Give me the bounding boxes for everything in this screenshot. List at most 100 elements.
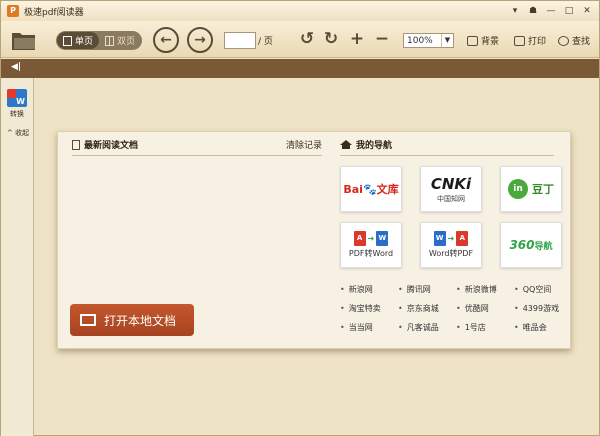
sidebar-item-convert[interactable]: 转换	[6, 89, 28, 119]
open-local-document-button[interactable]: 打开本地文档	[70, 304, 194, 336]
daohang-logo-text: 导航	[534, 241, 553, 252]
background-icon	[467, 35, 478, 46]
home-icon	[340, 140, 352, 149]
recent-documents-section: 最新阅读文档 清除记录	[72, 138, 322, 156]
search-icon	[558, 35, 569, 46]
wenku-logo-text: 文库	[376, 183, 399, 196]
douding-logo-icon: in	[508, 179, 528, 199]
convert-icon	[7, 89, 27, 107]
print-label: 打印	[528, 37, 547, 47]
nav-link[interactable]: 腾讯网	[398, 284, 431, 295]
tile-cnki[interactable]: CNKi 中国知网	[420, 166, 482, 212]
collapse-sidebar-icon[interactable]: ◀|	[11, 62, 25, 74]
tile-baidu-wenku[interactable]: Bai 🐾 文库	[340, 166, 402, 212]
find-label: 查找	[572, 37, 591, 47]
section-divider	[340, 155, 554, 156]
plus-icon: +	[349, 29, 365, 49]
douding-logo-text: 豆丁	[532, 183, 554, 196]
recent-documents-title: 最新阅读文档	[84, 141, 139, 151]
double-page-button[interactable]: 双页	[99, 32, 141, 49]
chevron-down-icon: ▼	[441, 34, 453, 47]
single-page-label: 单页	[75, 37, 94, 47]
document-icon	[72, 139, 80, 150]
nav-link[interactable]: 1号店	[456, 322, 486, 333]
nav-link[interactable]: 新浪网	[340, 284, 373, 295]
sidebar-toggle-strip: ◀|	[1, 59, 599, 78]
tile-pdf-to-word[interactable]: A ➜ W PDF转Word	[340, 222, 402, 268]
view-mode-toggle: 单页 双页	[56, 31, 143, 50]
arrow-right-icon: →	[194, 32, 206, 48]
folder-icon	[12, 33, 35, 50]
zoom-select[interactable]: 100% ▼	[403, 33, 454, 48]
collapse-toggle[interactable]: ^ 收起	[7, 128, 29, 138]
minus-icon: −	[374, 29, 390, 49]
rotate-ccw-icon: ↺	[299, 29, 315, 49]
nav-link[interactable]: 唯品会	[514, 322, 547, 333]
zoom-value: 100%	[407, 35, 433, 46]
nav-link[interactable]: 淘宝特卖	[340, 303, 381, 314]
tile-word-to-pdf[interactable]: W ➜ A Word转PDF	[420, 222, 482, 268]
double-page-label: 双页	[117, 37, 136, 47]
window-controls: ▾ ☗ — □ ✕	[507, 4, 595, 18]
rotate-cw-icon: ↻	[323, 29, 339, 49]
zoom-in-button[interactable]: +	[347, 29, 367, 49]
word-to-pdf-icon: W ➜ A	[433, 231, 469, 246]
background-label: 背景	[481, 37, 500, 47]
left-sidebar: 转换 ^ 收起	[1, 78, 34, 436]
word-to-pdf-label: Word转PDF	[428, 249, 474, 258]
nav-link[interactable]: 优酷网	[456, 303, 489, 314]
pdf-to-word-icon: A ➜ W	[353, 231, 389, 246]
nav-link[interactable]: 4399游戏	[514, 303, 559, 314]
rotate-left-button[interactable]: ↺	[297, 29, 317, 49]
printer-icon	[514, 35, 525, 46]
print-button[interactable]: 打印	[514, 34, 546, 47]
pdf-file-icon: A	[456, 231, 469, 246]
tile-360-daohang[interactable]: 360 导航	[500, 222, 562, 268]
nav-link[interactable]: 凡客诚品	[398, 322, 439, 333]
tile-douding[interactable]: in 豆丁	[500, 166, 562, 212]
close-button[interactable]: ✕	[579, 4, 595, 18]
app-window: P 极速pdf阅读器 ▾ ☗ — □ ✕ 单页 双页 ← → / 页 ↺ ↻ +…	[0, 0, 600, 436]
clear-history-link[interactable]: 清除记录	[286, 138, 322, 151]
nav-link[interactable]: 京东商城	[398, 303, 439, 314]
minimize-button[interactable]: —	[543, 4, 559, 18]
convert-label: 转换	[10, 110, 24, 118]
rotate-right-button[interactable]: ↻	[321, 29, 341, 49]
app-logo-icon: P	[7, 5, 19, 17]
window-title: 极速pdf阅读器	[24, 7, 84, 18]
open-local-document-label: 打开本地文档	[104, 313, 177, 328]
cnki-subtitle: 中国知网	[437, 194, 465, 203]
single-page-icon	[63, 35, 72, 46]
recent-documents-header: 最新阅读文档	[72, 138, 322, 151]
page-number-input[interactable]	[224, 32, 256, 49]
find-button[interactable]: 查找	[558, 34, 590, 47]
word-file-icon: W	[433, 231, 446, 246]
maximize-button[interactable]: □	[561, 4, 577, 18]
zoom-out-button[interactable]: −	[372, 29, 392, 49]
open-folder-button[interactable]	[11, 28, 37, 52]
navigation-section: 我的导航 Bai 🐾 文库 CNKi 中国知网 in 豆丁 A ➜ W PDF转…	[340, 138, 562, 332]
word-file-icon: W	[376, 231, 389, 246]
arrow-left-icon: ←	[160, 32, 172, 48]
skin-shirt-icon[interactable]: ☗	[525, 4, 541, 18]
start-panel: 最新阅读文档 清除记录 打开本地文档 我的导航 Bai 🐾 文库 CNKi 中国…	[57, 131, 571, 349]
next-page-button[interactable]: →	[187, 27, 213, 53]
single-page-button[interactable]: 单页	[57, 32, 100, 49]
background-button[interactable]: 背景	[467, 34, 499, 47]
arrow-right-icon: ➜	[367, 234, 375, 243]
navigation-header: 我的导航	[340, 138, 560, 151]
cnki-logo: CNKi	[430, 174, 472, 193]
360-logo-text: 360	[509, 238, 535, 252]
pdf-file-icon: A	[353, 231, 366, 246]
double-page-icon	[105, 35, 115, 46]
arrow-right-icon: ➜	[447, 234, 455, 243]
menu-dropdown-icon[interactable]: ▾	[507, 4, 523, 18]
baidu-paw-icon: 🐾	[362, 182, 377, 196]
prev-page-button[interactable]: ←	[153, 27, 179, 53]
nav-link[interactable]: QQ空间	[514, 284, 552, 295]
folder-icon	[80, 314, 96, 326]
nav-link[interactable]: 新浪微博	[456, 284, 497, 295]
page-unit-label: / 页	[258, 37, 273, 47]
title-bar: P 极速pdf阅读器 ▾ ☗ — □ ✕	[1, 1, 599, 21]
nav-link[interactable]: 当当网	[340, 322, 373, 333]
